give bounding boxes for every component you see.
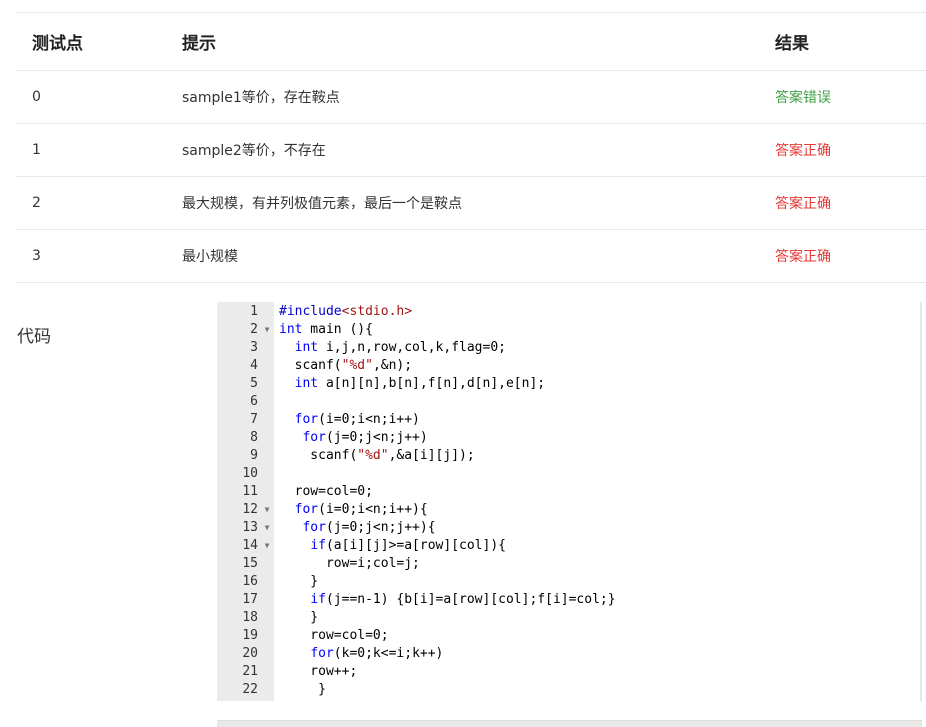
code-line: 2 ▼ int main (){: [217, 321, 920, 339]
line-number: 14: [242, 538, 258, 553]
code-line: 19 row=col=0;: [217, 627, 920, 645]
line-number: 12: [242, 502, 258, 517]
line-number: 16: [242, 574, 258, 589]
line-number: 17: [242, 592, 258, 607]
code-line: 1 #include<stdio.h>: [217, 303, 920, 321]
test-point-id: 0: [32, 89, 41, 105]
code-text: for(j=0;j<n;j++){: [302, 520, 436, 535]
test-point-id: 3: [32, 248, 41, 264]
code-lines: 1 #include<stdio.h> 2 ▼ int main (){ 3 int i,…: [217, 303, 920, 699]
fold-arrow-icon[interactable]: ▼: [262, 537, 272, 555]
code-text: for(k=0;k<=i;k++): [310, 646, 444, 661]
code-text: int a[n][n],b[n],f[n],d[n],e[n];: [294, 376, 546, 391]
code-line: 18 }: [217, 609, 920, 627]
code-text: for(j=0;j<n;j++): [302, 430, 428, 445]
line-number: 22: [242, 682, 258, 697]
code-line: 14 ▼ if(a[i][j]>=a[row][col]){: [217, 537, 920, 555]
line-number: 21: [242, 664, 258, 679]
code-line: 22 }: [217, 681, 920, 699]
test-point-id: 2: [32, 195, 41, 211]
code-text: #include<stdio.h>: [279, 304, 413, 319]
header-hint: 提示: [182, 34, 216, 54]
code-line: 13 ▼ for(j=0;j<n;j++){: [217, 519, 920, 537]
code-line: 20 for(k=0;k<=i;k++): [217, 645, 920, 663]
test-point-result: 答案正确: [775, 143, 831, 159]
test-point-result: 答案正确: [775, 249, 831, 265]
code-line: 21 row++;: [217, 663, 920, 681]
code-line: 12 ▼ for(i=0;i<n;i++){: [217, 501, 920, 519]
code-line: 8 for(j=0;j<n;j++): [217, 429, 920, 447]
line-number: 2: [250, 322, 258, 337]
line-number: 8: [250, 430, 258, 445]
code-text: row++;: [279, 664, 358, 679]
test-point-hint: 最大规模，有并列极值元素，最后一个是鞍点: [182, 196, 462, 212]
code-text: }: [279, 574, 319, 589]
line-number: 1: [250, 304, 258, 319]
line-number: 11: [242, 484, 258, 499]
test-point-id: 1: [32, 142, 41, 158]
fold-arrow-icon[interactable]: ▼: [262, 501, 272, 519]
test-point-hint: sample1等价，存在鞍点: [182, 90, 340, 106]
code-line: 5 int a[n][n],b[n],f[n],d[n],e[n];: [217, 375, 920, 393]
code-text: scanf("%d",&a[i][j]);: [279, 448, 475, 463]
test-point-hint: sample2等价，不存在: [182, 143, 326, 159]
code-line: 10: [217, 465, 920, 483]
table-row: 2 最大规模，有并列极值元素，最后一个是鞍点 答案正确: [16, 177, 926, 230]
line-number: 19: [242, 628, 258, 643]
fold-arrow-icon[interactable]: ▼: [262, 519, 272, 537]
submission-detail-page: 测试点 提示 结果 0 sample1等价，存在鞍点 答案错误 1 sample…: [0, 0, 926, 727]
line-number: 9: [250, 448, 258, 463]
code-line: 16 }: [217, 573, 920, 591]
table-row: 3 最小规模 答案正确: [16, 230, 926, 283]
code-text: for(i=0;i<n;i++){: [294, 502, 428, 517]
line-number: 3: [250, 340, 258, 355]
code-text: }: [279, 610, 319, 625]
line-number: 13: [242, 520, 258, 535]
test-point-result: 答案正确: [775, 196, 831, 212]
code-line: 3 int i,j,n,row,col,k,flag=0;: [217, 339, 920, 357]
editor-horizontal-scrollbar[interactable]: [217, 720, 922, 727]
code-text: if(a[i][j]>=a[row][col]){: [310, 538, 506, 553]
line-number: 7: [250, 412, 258, 427]
code-text: int i,j,n,row,col,k,flag=0;: [294, 340, 506, 355]
code-text: row=i;col=j;: [279, 556, 420, 571]
code-text: for(i=0;i<n;i++): [294, 412, 420, 427]
line-number: 10: [242, 466, 258, 481]
code-text: row=col=0;: [279, 628, 389, 643]
fold-arrow-icon[interactable]: ▼: [262, 321, 272, 339]
code-line: 11 row=col=0;: [217, 483, 920, 501]
line-number: 4: [250, 358, 258, 373]
code-line: 4 scanf("%d",&n);: [217, 357, 920, 375]
code-text: scanf("%d",&n);: [279, 358, 413, 373]
header-result: 结果: [775, 34, 809, 54]
table-row: 0 sample1等价，存在鞍点 答案错误: [16, 71, 926, 124]
line-number: 20: [242, 646, 258, 661]
code-text: int main (){: [279, 322, 373, 337]
code-text: if(j==n-1) {b[i]=a[row][col];f[i]=col;}: [310, 592, 616, 607]
code-text: row=col=0;: [279, 484, 373, 499]
test-point-hint: 最小规模: [182, 249, 238, 265]
line-number: 18: [242, 610, 258, 625]
table-header: 测试点 提示 结果: [16, 13, 926, 71]
code-line: 15 row=i;col=j;: [217, 555, 920, 573]
line-number: 15: [242, 556, 258, 571]
code-text: }: [279, 682, 326, 697]
code-line: 7 for(i=0;i<n;i++): [217, 411, 920, 429]
code-label: 代码: [17, 327, 51, 347]
table-row: 1 sample2等价，不存在 答案正确: [16, 124, 926, 177]
header-test-point: 测试点: [32, 34, 83, 54]
line-number: 5: [250, 376, 258, 391]
code-line: 9 scanf("%d",&a[i][j]);: [217, 447, 920, 465]
code-line: 6: [217, 393, 920, 411]
code-line: 17 if(j==n-1) {b[i]=a[row][col];f[i]=col…: [217, 591, 920, 609]
code-editor[interactable]: 1 #include<stdio.h> 2 ▼ int main (){ 3 int i,…: [217, 302, 922, 701]
test-point-result: 答案错误: [775, 90, 831, 106]
line-number: 6: [250, 394, 258, 409]
test-results-table: 测试点 提示 结果 0 sample1等价，存在鞍点 答案错误 1 sample…: [16, 12, 926, 283]
